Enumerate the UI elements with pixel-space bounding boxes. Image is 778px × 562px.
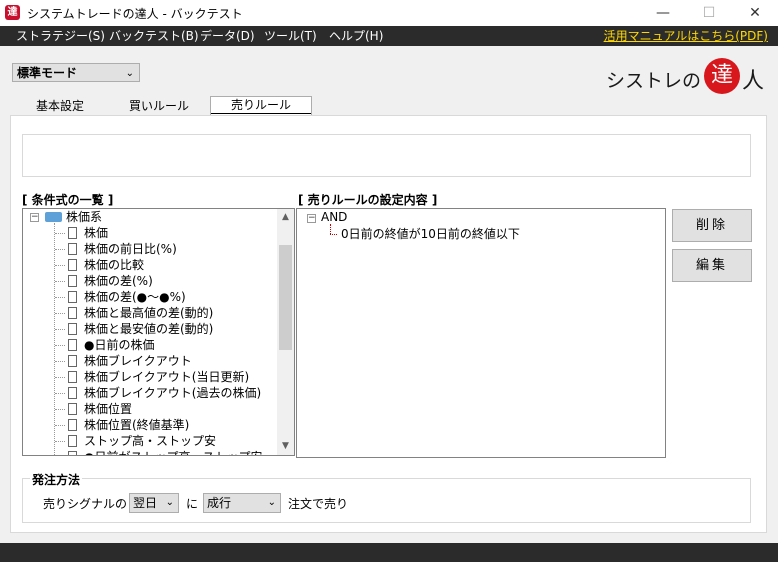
sell-rules-tree[interactable]: − AND 0日前の終値が10日前の終値以下 [296,208,666,458]
tree-connector [55,313,65,314]
tree-connector [54,223,55,455]
rule-root-and[interactable]: AND [321,209,347,225]
document-icon [68,227,77,239]
tree-connector [55,329,65,330]
minimize-button[interactable]: — [640,0,686,26]
document-icon [68,435,77,447]
logo-suffix: 人 [742,69,765,94]
tree-connector [55,409,65,410]
document-icon [68,387,77,399]
condition-item[interactable]: 株価の比較 [84,257,144,273]
condition-item[interactable]: ●日前の株価 [84,337,154,353]
logo: シストレの 達 人 [606,58,766,94]
tab-buy-rules[interactable]: 買いルール [110,98,208,115]
condition-item[interactable]: 株価と最高値の差(動的) [84,305,213,321]
order-suffix-label: 注文で売り [288,497,349,511]
folder-icon [45,212,62,222]
collapse-icon[interactable]: − [30,213,39,222]
maximize-button[interactable]: ☐ [686,0,732,26]
app-icon: 達 [5,5,20,20]
rule-connector [330,224,331,234]
document-icon [68,291,77,303]
logo-text: シストレの [606,70,702,92]
window-title: システムトレードの達人 - バックテスト [27,7,243,21]
condition-item[interactable]: 株価位置(終値基準) [84,417,189,433]
order-timing-value: 翌日 [133,496,158,510]
condition-item[interactable]: 株価ブレイクアウト [84,353,192,369]
tree-connector [55,233,65,234]
tree-connector [55,361,65,362]
document-icon [68,403,77,415]
logo-seal: 達 [704,58,740,94]
title-bar: 達 システムトレードの達人 - バックテスト — ☐ ✕ [0,0,778,26]
order-connector-label: に [186,497,199,511]
tree-root-stock[interactable]: 株価系 [66,209,102,225]
chevron-down-icon: ⌄ [267,497,276,508]
chevron-down-icon: ⌄ [165,497,174,508]
tree-connector [55,297,65,298]
tree-connector [55,265,65,266]
scroll-up-icon[interactable]: ▲ [277,209,294,226]
menu-data[interactable]: データ(D) [200,28,255,44]
order-prefix-label: 売りシグナルの [43,497,128,511]
document-icon [68,243,77,255]
tab-focus-underline [211,113,311,114]
document-icon [68,307,77,319]
menu-help[interactable]: ヘルプ(H) [329,28,383,44]
condition-item[interactable]: ●日前がストップ高・ストップ安 [84,449,262,455]
condition-item[interactable]: 株価ブレイクアウト(過去の株価) [84,385,261,401]
condition-item[interactable]: 株価と最安値の差(動的) [84,321,213,337]
rules-header: [ 売りルールの設定内容 ] [298,193,438,207]
document-icon [68,339,77,351]
conditions-tree[interactable]: − 株価系 株価 株価の前日比(%) 株価の比較 株価の差(%) 株価の差(●〜●%) 株… [22,208,295,456]
order-timing-select[interactable]: 翌日 ⌄ [129,493,179,513]
menu-tools[interactable]: ツール(T) [264,28,317,44]
chevron-down-icon: ⌄ [125,68,134,79]
document-icon [68,275,77,287]
menu-strategy[interactable]: ストラテジー(S) [16,28,105,44]
conditions-header: [ 条件式の一覧 ] [22,193,114,207]
tree-connector [55,425,65,426]
document-icon [68,451,77,455]
document-icon [68,355,77,367]
status-bar [0,543,778,562]
edit-button[interactable]: 編集 [672,249,752,282]
condition-item[interactable]: 株価の差(●〜●%) [84,289,186,305]
condition-item[interactable]: ストップ高・ストップ安 [84,433,216,449]
manual-pdf-link[interactable]: 活用マニュアルはこちら(PDF) [604,28,768,44]
tree-connector [55,281,65,282]
conditions-scrollbar[interactable]: ▲ ▼ [277,209,294,455]
scroll-thumb[interactable] [279,245,292,350]
menu-backtest[interactable]: バックテスト(B) [109,28,199,44]
document-icon [68,259,77,271]
delete-button[interactable]: 削除 [672,209,752,242]
document-icon [68,419,77,431]
menu-bar: ストラテジー(S) バックテスト(B) データ(D) ツール(T) ヘルプ(H)… [0,26,778,46]
collapse-icon[interactable]: − [307,214,316,223]
document-icon [68,371,77,383]
condition-item[interactable]: 株価 [84,225,108,241]
tree-connector [55,377,65,378]
order-type-select[interactable]: 成行 ⌄ [203,493,281,513]
mode-select[interactable]: 標準モード ⌄ [12,63,140,82]
rule-item[interactable]: 0日前の終値が10日前の終値以下 [341,226,520,242]
order-type-value: 成行 [207,496,232,510]
condition-item[interactable]: 株価の差(%) [84,273,153,289]
tree-connector [55,345,65,346]
tree-connector [55,441,65,442]
close-button[interactable]: ✕ [732,0,778,26]
tree-connector [55,249,65,250]
tab-basic-settings[interactable]: 基本設定 [12,98,108,115]
condition-item[interactable]: 株価の前日比(%) [84,241,177,257]
rule-description-box [22,134,751,177]
condition-item[interactable]: 株価位置 [84,401,132,417]
order-method-title: 発注方法 [30,471,83,488]
document-icon [68,323,77,335]
scroll-down-icon[interactable]: ▼ [277,438,294,455]
condition-item[interactable]: 株価ブレイクアウト(当日更新) [84,369,249,385]
tree-connector [55,393,65,394]
rule-connector [330,234,337,235]
mode-select-value: 標準モード [17,66,78,80]
